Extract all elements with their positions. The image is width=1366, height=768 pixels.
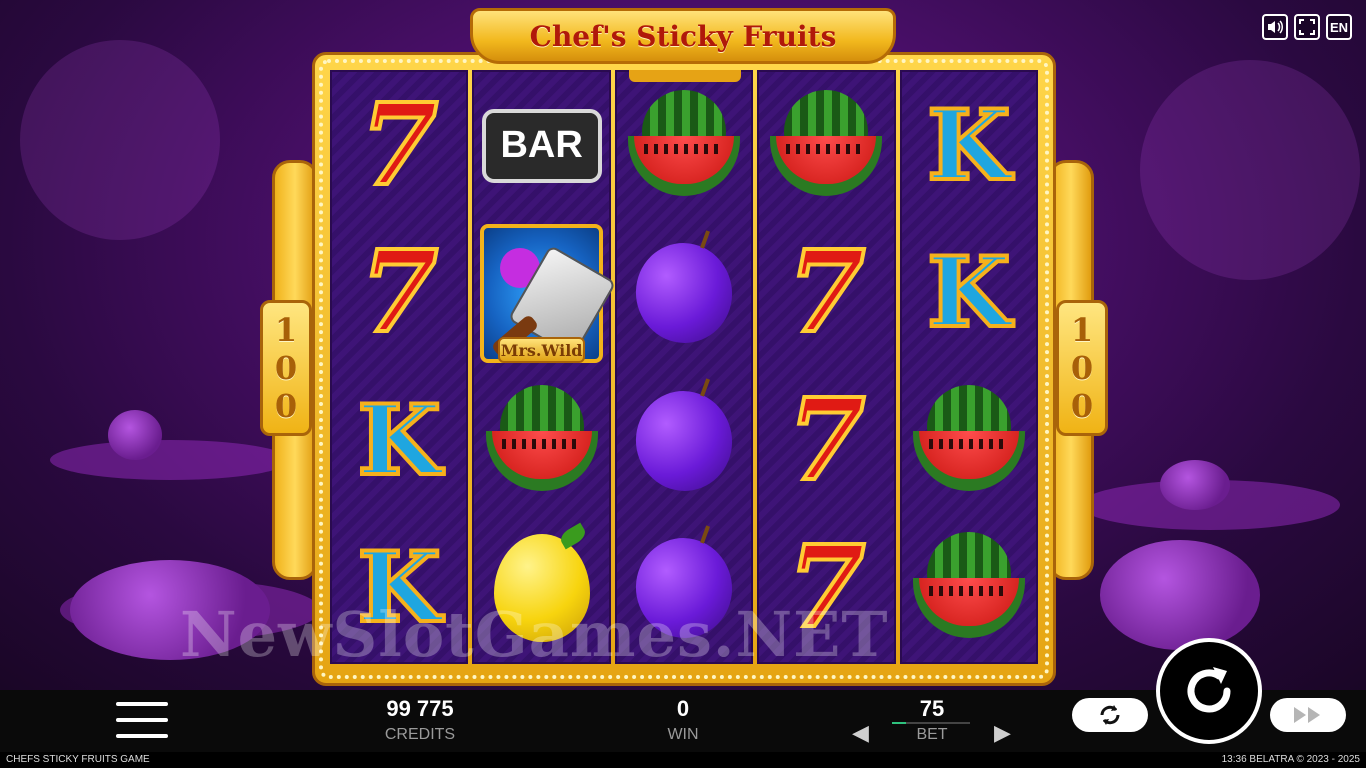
background-fruit [108, 410, 162, 460]
reel-3 [614, 70, 754, 664]
reel-grid: 7 7 K K BAR Mrs.Wild 7 7 7 K K [330, 70, 1039, 664]
seven-symbol-icon: 7 [358, 227, 440, 359]
background-fruit [1160, 460, 1230, 510]
watermelon-icon [485, 384, 598, 497]
bet-label: BET [916, 726, 948, 743]
spin-icon [1187, 667, 1231, 713]
wild-symbol: Mrs.Wild [480, 223, 617, 363]
bet-decrease-icon[interactable]: ◀ [852, 720, 869, 746]
symbol-watermelon [902, 515, 1036, 663]
footer-game-name: CHEFS STICKY FRUITS GAME [6, 754, 150, 765]
language-button[interactable]: EN [1326, 14, 1352, 40]
reel-2: BAR Mrs.Wild [472, 70, 617, 664]
top-controls: EN [1262, 14, 1352, 40]
speaker-icon[interactable] [1262, 14, 1288, 40]
k-symbol-icon: K [925, 236, 1012, 350]
fullscreen-icon[interactable] [1294, 14, 1320, 40]
bet-display: 75 BET [892, 696, 972, 744]
watermelon-icon [912, 384, 1025, 497]
multiplier-left-digit: 0 [274, 387, 298, 425]
autoplay-button[interactable] [1072, 698, 1148, 732]
footer: CHEFS STICKY FRUITS GAME 13:36 BELATRA ©… [0, 752, 1366, 768]
background-puddle [50, 440, 290, 480]
multiplier-left-digit: 0 [274, 349, 298, 387]
watermelon-icon [912, 532, 1025, 644]
title-banner: Chef's Sticky Fruits [470, 8, 896, 64]
multiplier-left: 1 0 0 [260, 300, 312, 436]
multiplier-right-digit: 0 [1070, 387, 1094, 425]
plum-icon [628, 383, 740, 499]
multiplier-left-digit: 1 [274, 311, 298, 349]
win-display: 0 WIN [643, 696, 723, 744]
bet-level-bar [892, 722, 970, 724]
multiplier-right-digit: 0 [1070, 349, 1094, 387]
symbol-k: K [332, 367, 466, 515]
symbol-bar: BAR [474, 72, 608, 220]
watermark: NewSlotGames.NET [180, 598, 889, 671]
multiplier-right-digit: 1 [1070, 311, 1094, 349]
symbol-plum [617, 220, 751, 368]
symbol-k: K [902, 72, 1036, 220]
symbol-watermelon [759, 72, 893, 220]
autoplay-icon [1100, 705, 1120, 725]
credits-label: CREDITS [384, 726, 456, 743]
wild-label-peek [628, 70, 741, 82]
multiplier-right: 1 0 0 [1056, 300, 1108, 436]
background-glow [20, 40, 220, 240]
turbo-button[interactable] [1270, 698, 1346, 732]
background-glow [1140, 60, 1360, 280]
fast-forward-icon [1294, 707, 1320, 723]
reel-5: KK [899, 70, 1039, 664]
watermelon-icon [770, 89, 883, 202]
symbol-k: K [902, 220, 1036, 368]
symbol-seven: 7 [332, 220, 466, 368]
background-fruit [1100, 540, 1260, 650]
symbol-seven: 7 [759, 367, 893, 515]
k-symbol-icon: K [925, 88, 1012, 202]
symbol-wild: Mrs.Wild [474, 220, 617, 368]
bar-symbol-icon: BAR [481, 108, 602, 183]
symbol-watermelon [474, 367, 608, 515]
spin-button[interactable] [1156, 638, 1262, 744]
credits-display: 99 775 CREDITS [360, 696, 480, 744]
reel-4: 777 [757, 70, 896, 664]
reel-1: 77KK [330, 70, 469, 664]
wild-label: Mrs.Wild [498, 337, 585, 363]
seven-symbol-icon: 7 [358, 79, 440, 211]
seven-symbol-icon: 7 [785, 227, 867, 359]
game-background: 1 0 0 1 0 0 Chef's Sticky Fruits 7 7 K K BAR… [0, 0, 1366, 690]
seven-symbol-icon: 7 [785, 374, 867, 506]
k-symbol-icon: K [355, 383, 442, 497]
credits-value: 99 775 [386, 696, 454, 721]
game-title: Chef's Sticky Fruits [529, 19, 837, 53]
menu-icon[interactable] [116, 702, 168, 738]
symbol-watermelon [902, 367, 1036, 515]
plum-icon [628, 235, 740, 351]
symbol-plum [617, 367, 751, 515]
symbol-seven: 7 [332, 72, 466, 220]
watermelon-icon [628, 89, 741, 202]
bet-increase-icon[interactable]: ▶ [994, 720, 1011, 746]
symbol-watermelon [617, 72, 751, 220]
footer-copyright: 13:36 BELATRA © 2023 - 2025 [1221, 754, 1360, 765]
symbol-seven: 7 [759, 220, 893, 368]
win-value: 0 [676, 696, 690, 721]
bet-value: 75 [919, 696, 945, 721]
win-label: WIN [667, 726, 699, 743]
